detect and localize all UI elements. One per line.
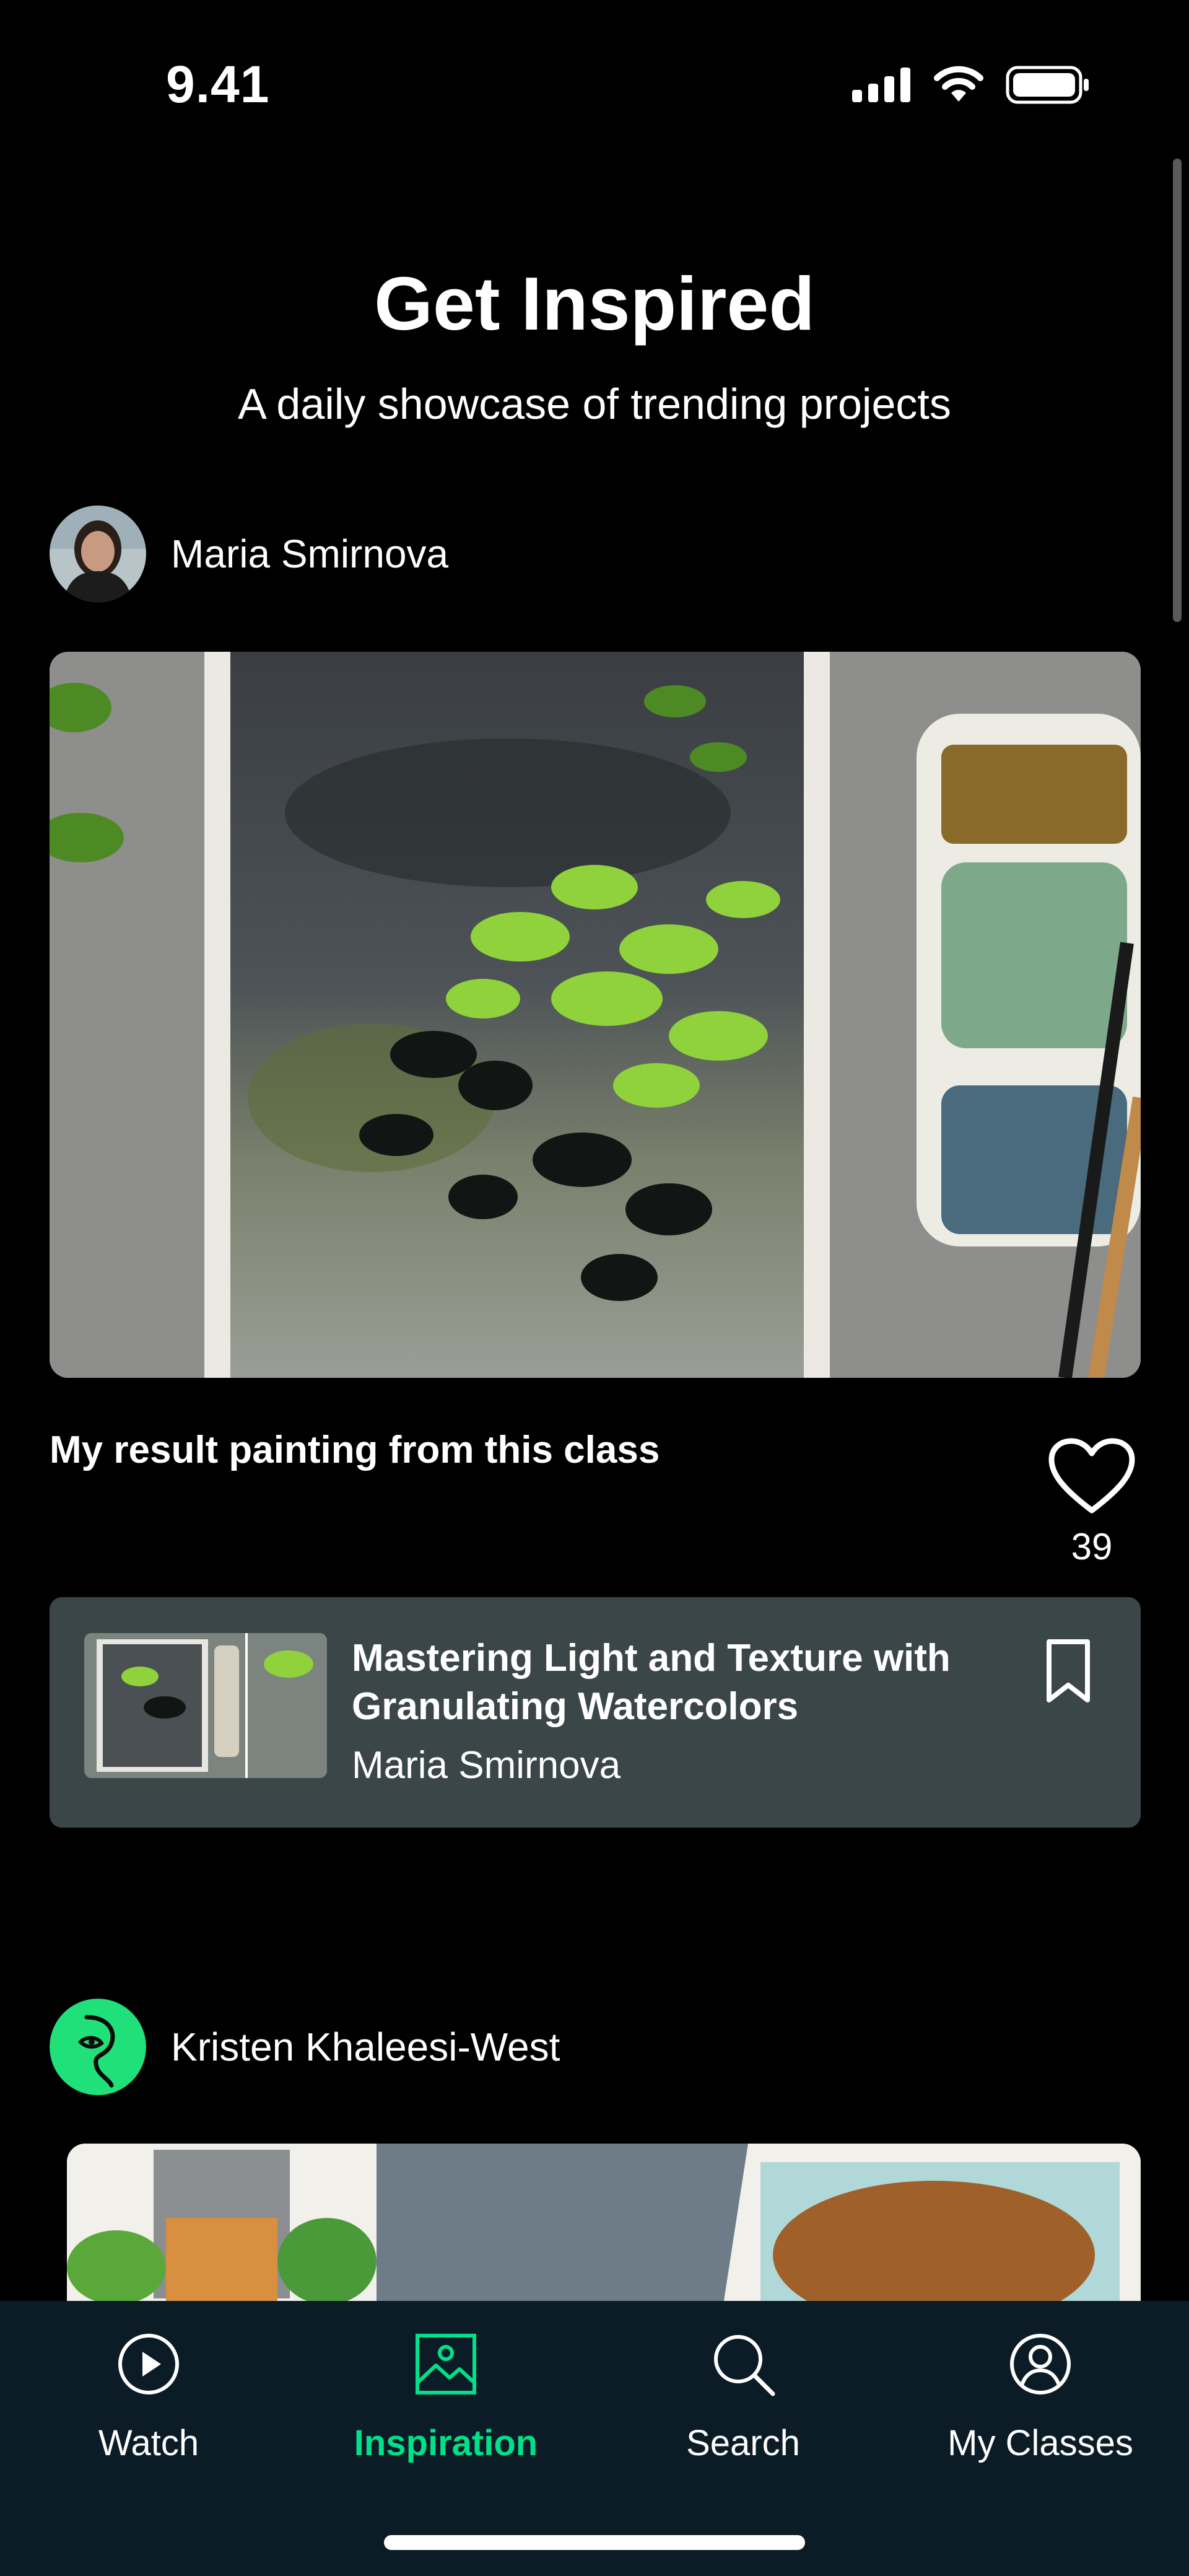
- like-button[interactable]: [1045, 1436, 1138, 1517]
- project-image[interactable]: [67, 2144, 1141, 2305]
- search-icon: [714, 2335, 775, 2396]
- tab-label: Search: [686, 2423, 800, 2463]
- class-thumbnail: [84, 1633, 327, 1778]
- status-icons: [852, 66, 1090, 104]
- author-name: Kristen Khaleesi-West: [171, 2025, 560, 2069]
- post-author[interactable]: Kristen Khaleesi-West: [50, 1999, 560, 2095]
- tab-label: My Classes: [947, 2423, 1133, 2463]
- tab-bar: Watch Inspiration Search My Classes: [0, 2301, 1189, 2576]
- image-icon: [416, 2334, 476, 2394]
- home-indicator[interactable]: [384, 2535, 805, 2550]
- wifi-icon: [934, 66, 983, 102]
- cellular-signal-icon: [852, 68, 910, 102]
- project-image[interactable]: [50, 652, 1141, 1378]
- class-title: Mastering Light and Texture with Granula…: [352, 1637, 951, 1728]
- page-subtitle: A daily showcase of trending projects: [238, 380, 951, 428]
- like-count: 39: [1071, 1526, 1113, 1567]
- tab-inspiration[interactable]: Inspiration: [297, 2301, 594, 2487]
- user-circle-icon: [1010, 2334, 1071, 2394]
- post-author[interactable]: Maria Smirnova: [50, 506, 448, 602]
- bookmark-button[interactable]: [1040, 1637, 1096, 1705]
- class-card[interactable]: Mastering Light and Texture with Granula…: [50, 1597, 1141, 1828]
- heart-icon: [1048, 1438, 1135, 1514]
- battery-icon: [1006, 66, 1089, 104]
- status-time: 9.41: [166, 55, 270, 113]
- tab-watch[interactable]: Watch: [0, 2301, 297, 2487]
- tab-my-classes[interactable]: My Classes: [892, 2301, 1189, 2487]
- avatar: [50, 1999, 146, 2095]
- avatar: [50, 506, 146, 602]
- project-caption: My result painting from this class: [50, 1429, 660, 1471]
- page-title: Get Inspired: [374, 261, 815, 346]
- author-name: Maria Smirnova: [171, 532, 449, 576]
- tab-search[interactable]: Search: [594, 2301, 892, 2487]
- tab-label: Watch: [98, 2423, 199, 2463]
- class-teacher: Maria Smirnova: [352, 1744, 621, 1787]
- tab-label: Inspiration: [354, 2423, 538, 2463]
- play-circle-icon: [118, 2334, 179, 2394]
- status-bar: 9.41: [0, 0, 1189, 136]
- bookmark-icon: [1047, 1639, 1090, 1702]
